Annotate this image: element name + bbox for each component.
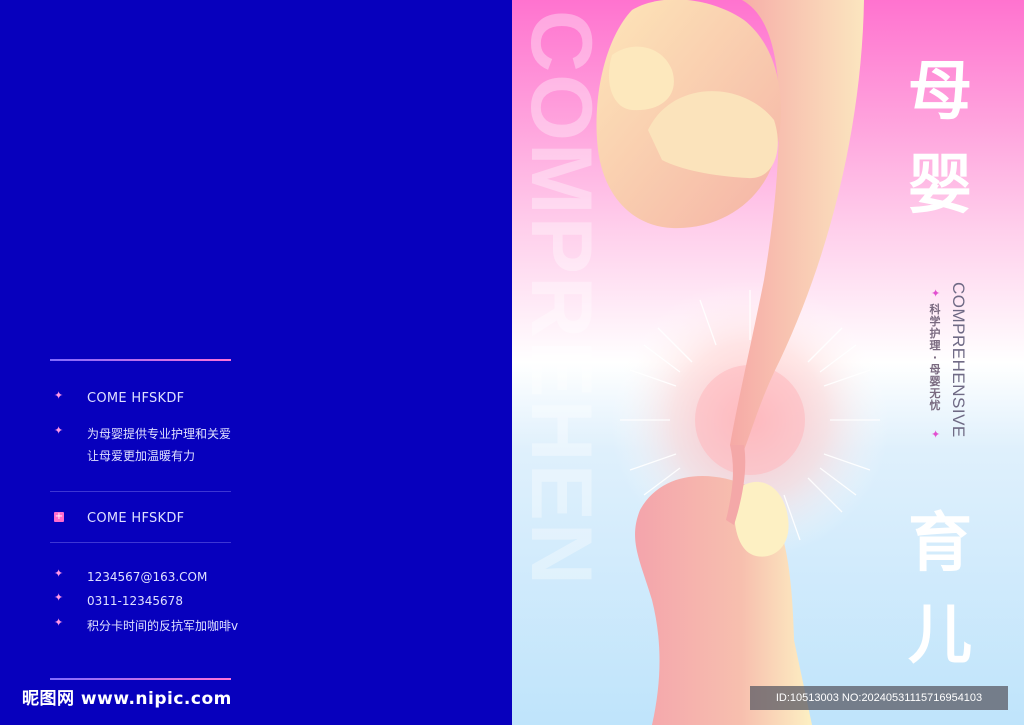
vertical-english-tagline: COMPREHENSIVE <box>948 280 968 450</box>
plus-square-icon: + <box>54 511 64 522</box>
back-cover-panel: ✦ COME HFSKDF ✦ 为母婴提供专业护理和关爱 让母爱更加温暖有力 +… <box>0 0 512 725</box>
vertical-english-text: COMPREHENSIVE <box>949 282 968 438</box>
contact-item-email: ✦ 1234567@163.COM <box>54 566 207 588</box>
title-char-mu: 母 <box>908 54 972 129</box>
sparkle-icon: ✦ <box>54 567 64 580</box>
background-word: COMPREHEN <box>513 10 609 587</box>
vertical-chinese-tagline: 科学护理·母婴无忧 <box>929 303 941 412</box>
sparkle-icon: ✦ <box>54 616 64 629</box>
top-divider <box>50 359 231 361</box>
email-text: 1234567@163.COM <box>87 570 208 584</box>
company-name-2: COME HFSKDF <box>87 511 185 526</box>
divider <box>50 542 231 543</box>
site-watermark: 昵图网 www.nipic.com <box>22 689 232 709</box>
sparkle-icon: ✦ <box>54 389 64 402</box>
divider <box>50 491 231 492</box>
sparkle-icon: ✦ <box>931 428 941 441</box>
image-id-bar: ID:10513003 NO:20240531115716954103 <box>750 686 1008 710</box>
sparkle-icon: ✦ <box>931 287 941 300</box>
front-cover-panel: COMPREHEN 母 婴 育 儿 COMPREHENSIVE ✦ 科学护理·母… <box>512 0 1024 725</box>
bottom-divider <box>50 678 231 680</box>
company-name: COME HFSKDF <box>87 391 185 406</box>
sparkle-icon: ✦ <box>54 424 64 437</box>
description: 为母婴提供专业护理和关爱 让母爱更加温暖有力 <box>87 423 231 467</box>
address-text: 积分卡时间的反抗军加咖啡v <box>87 619 239 633</box>
description-line-2: 让母爱更加温暖有力 <box>87 449 196 463</box>
title-char-yu: 育 <box>908 506 972 581</box>
description-line-1: 为母婴提供专业护理和关爱 <box>87 427 232 441</box>
sparkle-icon: ✦ <box>54 591 64 604</box>
contact-item-description: ✦ 为母婴提供专业护理和关爱 让母爱更加温暖有力 <box>54 423 231 467</box>
contact-item-company-2: + COME HFSKDF <box>54 508 184 530</box>
phone-text: 0311-12345678 <box>87 594 183 608</box>
title-char-ying: 婴 <box>908 148 972 223</box>
title-char-er: 儿 <box>908 598 972 673</box>
contact-item-company: ✦ COME HFSKDF <box>54 388 184 410</box>
contact-item-phone: ✦ 0311-12345678 <box>54 590 183 612</box>
contact-item-address: ✦ 积分卡时间的反抗军加咖啡v <box>54 615 238 637</box>
